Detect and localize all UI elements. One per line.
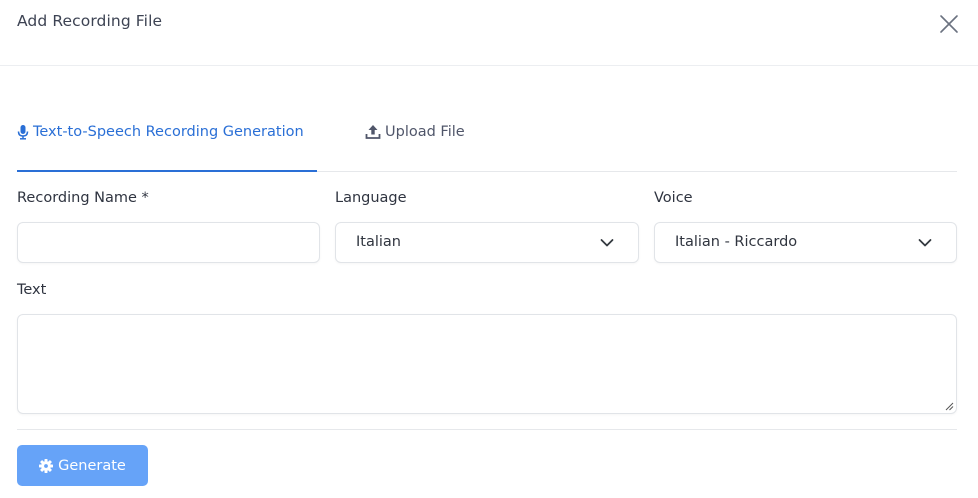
footer-divider <box>17 429 957 430</box>
microphone-icon <box>17 125 29 140</box>
voice-select[interactable]: Italian - Riccardo <box>654 222 957 263</box>
recording-name-input[interactable] <box>17 222 320 263</box>
voice-selected-value: Italian - Riccardo <box>675 234 798 250</box>
chevron-down-icon <box>918 239 932 247</box>
tab-label: Upload File <box>385 124 465 140</box>
upload-icon <box>365 125 381 139</box>
add-recording-modal: Add Recording File Text-to-Speech Record… <box>0 0 978 498</box>
generate-button[interactable]: Generate <box>17 445 148 486</box>
close-icon <box>940 15 958 33</box>
close-button[interactable] <box>938 13 960 35</box>
generate-label: Generate <box>58 457 126 474</box>
modal-title: Add Recording File <box>17 12 163 30</box>
gear-icon <box>39 458 54 473</box>
chevron-down-icon <box>600 239 614 247</box>
text-textarea[interactable] <box>17 314 957 414</box>
tab-label: Text-to-Speech Recording Generation <box>33 124 304 140</box>
modal-header: Add Recording File <box>0 0 978 66</box>
text-label: Text <box>17 282 47 298</box>
language-select[interactable]: Italian <box>335 222 639 263</box>
resize-handle-icon[interactable] <box>944 401 954 411</box>
voice-label: Voice <box>654 190 693 206</box>
language-label: Language <box>335 190 407 206</box>
language-selected-value: Italian <box>356 234 401 250</box>
recording-name-label: Recording Name * <box>17 190 149 206</box>
tab-text-to-speech[interactable]: Text-to-Speech Recording Generation <box>17 105 317 172</box>
tab-bar: Text-to-Speech Recording Generation Uplo… <box>17 105 957 172</box>
